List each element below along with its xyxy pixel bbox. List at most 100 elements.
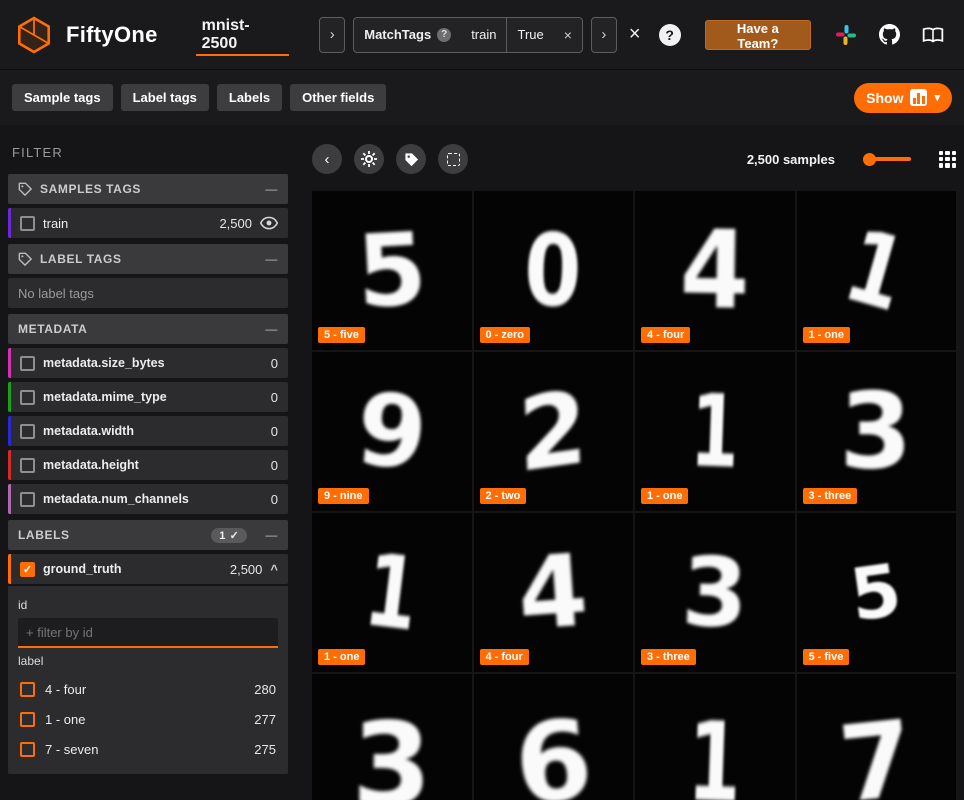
grid-size-icon[interactable]	[939, 151, 956, 168]
class-name: 4 - four	[45, 682, 86, 697]
field-name: metadata.mime_type	[43, 390, 167, 404]
section-samples-tags[interactable]: SAMPLES TAGS —	[8, 174, 288, 204]
checkbox[interactable]	[20, 742, 35, 757]
viewbar-stage-arg[interactable]: True	[506, 18, 553, 52]
checkbox[interactable]	[20, 390, 35, 405]
sample-cell[interactable]: 3	[312, 674, 472, 800]
section-label-tags[interactable]: LABEL TAGS —	[8, 244, 288, 274]
sample-cell[interactable]: 22 - two	[474, 352, 634, 511]
content: FILTER SAMPLES TAGS — train 2,500	[0, 125, 964, 800]
collapse-button[interactable]: —	[265, 252, 278, 266]
checkbox[interactable]	[20, 712, 35, 727]
top-bar: FiftyOne mnist-2500 › MatchTags ? trainT…	[0, 0, 964, 70]
app-name: FiftyOne	[66, 22, 158, 48]
sample-image: 5	[354, 219, 429, 323]
sample-cell[interactable]: 11 - one	[635, 352, 795, 511]
section-labels[interactable]: LABELS 1 ✓ —	[8, 520, 288, 550]
github-icon[interactable]	[879, 24, 900, 46]
sample-image: 7	[835, 706, 919, 800]
class-name: 1 - one	[45, 712, 85, 727]
active-filters-badge: 1 ✓	[211, 528, 247, 543]
ground-truth-expanded-panel: id label 4 - four2801 - one2777 - seven2…	[8, 586, 288, 774]
label-badge: 5 - five	[318, 327, 365, 343]
samples-count: 2,500 samples	[747, 152, 835, 167]
collapse-button[interactable]: —	[265, 528, 278, 542]
show-button[interactable]: Show ▾	[854, 83, 952, 113]
section-metadata[interactable]: METADATA —	[8, 314, 288, 344]
sample-image: 2	[517, 376, 589, 486]
field-color-stripe	[8, 450, 11, 480]
dataset-tab[interactable]: mnist-2500	[190, 0, 296, 70]
eye-icon[interactable]	[260, 216, 278, 230]
class-count: 280	[254, 682, 276, 697]
field-name: metadata.height	[43, 458, 139, 472]
tag-name: train	[43, 216, 68, 231]
tag-samples-button[interactable]	[396, 144, 426, 174]
sample-cell[interactable]: 33 - three	[797, 352, 957, 511]
tab-label-tags[interactable]: Label tags	[121, 84, 209, 111]
sample-cell[interactable]: 00 - zero	[474, 191, 634, 350]
sample-cell[interactable]: 44 - four	[635, 191, 795, 350]
checkbox[interactable]	[20, 492, 35, 507]
sample-image: 3	[680, 544, 749, 641]
sample-grid: 55 - five00 - zero44 - four11 - one99 - …	[312, 191, 956, 800]
sample-cell[interactable]: 11 - one	[797, 191, 957, 350]
sample-cell[interactable]: 99 - nine	[312, 352, 472, 511]
field-count: 0	[271, 458, 278, 473]
tab-other-fields[interactable]: Other fields	[290, 84, 386, 111]
fiftyone-app: FiftyOne mnist-2500 › MatchTags ? trainT…	[0, 0, 964, 800]
sample-image: 3	[840, 379, 913, 484]
label-badge: 3 - three	[641, 649, 696, 665]
collapse-button[interactable]: —	[265, 182, 278, 196]
viewbar-prev-stage-button[interactable]: ›	[319, 17, 345, 53]
dataset-name: mnist-2500	[202, 17, 284, 53]
metadata-field-row: metadata.width0	[8, 416, 288, 446]
have-a-team-button[interactable]: Have a Team?	[705, 20, 811, 50]
settings-button[interactable]	[354, 144, 384, 174]
checkbox[interactable]	[20, 424, 35, 439]
tab-labels[interactable]: Labels	[217, 84, 282, 111]
sample-image: 3	[352, 708, 432, 800]
samples-panel: ‹ 2,500 samples	[296, 125, 964, 800]
clear-view-button[interactable]: ×	[625, 23, 645, 46]
collapse-sidebar-button[interactable]: ‹	[312, 144, 342, 174]
field-color-stripe	[8, 208, 11, 238]
checkbox[interactable]	[20, 356, 35, 371]
checkbox[interactable]	[20, 682, 35, 697]
sample-cell[interactable]: 5 5 - five	[312, 191, 472, 350]
field-row-ground-truth: ✓ ground_truth 2,500 ^	[8, 554, 288, 584]
sample-cell[interactable]: 44 - four	[474, 513, 634, 672]
sample-cell[interactable]: 55 - five	[797, 513, 957, 672]
viewbar-add-stage-button[interactable]: ›	[591, 17, 617, 53]
sample-image: 0	[523, 219, 583, 321]
stage-help-icon[interactable]: ?	[437, 28, 451, 42]
field-color-stripe	[8, 416, 11, 446]
checkbox-checked[interactable]: ✓	[20, 562, 35, 577]
slack-icon[interactable]	[835, 24, 856, 46]
help-button[interactable]: ?	[659, 24, 681, 46]
field-color-stripe	[8, 554, 11, 584]
patches-button[interactable]	[438, 144, 468, 174]
chevron-left-icon: ‹	[325, 151, 330, 168]
slider-knob[interactable]	[863, 153, 876, 166]
checkbox[interactable]	[20, 216, 35, 231]
class-count: 277	[254, 712, 276, 727]
docs-book-icon[interactable]	[922, 24, 944, 46]
stage-delete-button[interactable]: ×	[554, 18, 582, 52]
collapse-button[interactable]: —	[265, 322, 278, 336]
zoom-slider[interactable]	[863, 152, 911, 166]
id-filter-input[interactable]	[18, 618, 278, 648]
fiftyone-logo-icon[interactable]	[14, 15, 54, 55]
histogram-icon	[910, 89, 927, 106]
sample-cell[interactable]: 6	[474, 674, 634, 800]
caret-up-icon[interactable]: ^	[270, 562, 278, 577]
sample-cell[interactable]: 3 3 - three	[635, 513, 795, 672]
viewbar-stage[interactable]: MatchTags ? trainTrue ×	[353, 17, 583, 53]
sample-cell[interactable]: 7	[797, 674, 957, 800]
field-name: metadata.width	[43, 424, 134, 438]
sample-cell[interactable]: 11 - one	[312, 513, 472, 672]
tab-sample-tags[interactable]: Sample tags	[12, 84, 113, 111]
checkbox[interactable]	[20, 458, 35, 473]
viewbar-stage-arg[interactable]: train	[461, 18, 506, 52]
sample-cell[interactable]: 1	[635, 674, 795, 800]
